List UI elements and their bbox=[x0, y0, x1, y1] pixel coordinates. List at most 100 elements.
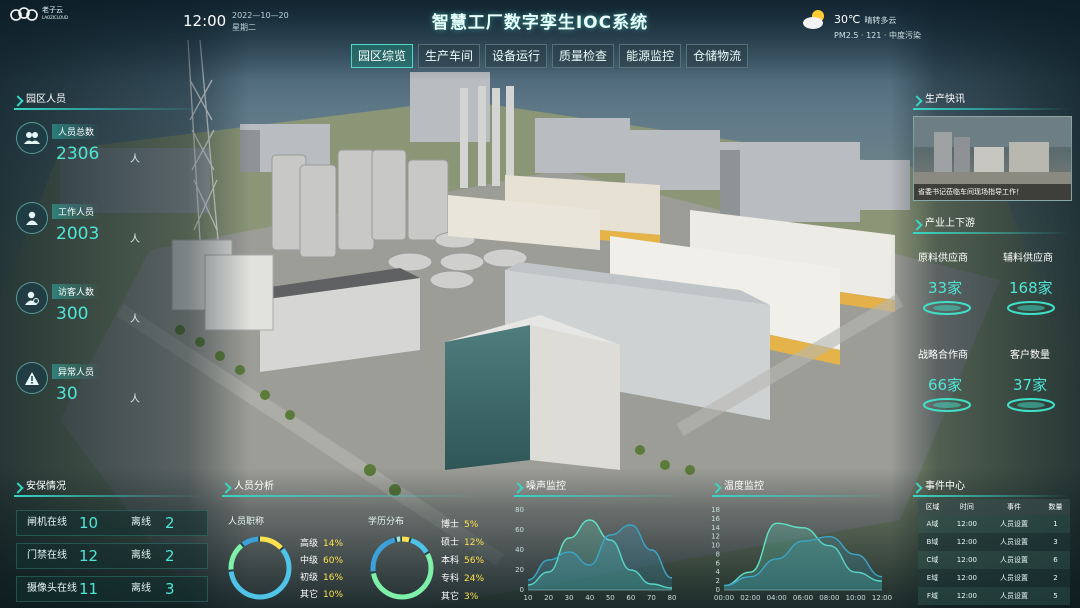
personnel-visitor-unit: 人 bbox=[130, 314, 140, 325]
y-tick-label: 16 bbox=[711, 515, 720, 523]
chain-title-underline bbox=[913, 232, 1070, 234]
personnel-staff-value: 2003 bbox=[56, 224, 100, 244]
tab-warehouse-logistics[interactable]: 仓储物流 bbox=[686, 44, 749, 68]
x-tick-label: 10 bbox=[524, 594, 533, 602]
personnel-staff-card: 工作人员 2003 人 bbox=[16, 202, 226, 262]
x-tick-label: 50 bbox=[606, 594, 615, 602]
table-row[interactable]: E域 12:00 人员设置 2 bbox=[918, 569, 1070, 587]
table-row[interactable]: F域 12:00 人员设置 5 bbox=[918, 587, 1070, 605]
temperature-title-underline bbox=[712, 495, 890, 497]
tab-equipment-operation[interactable]: 设备运行 bbox=[485, 44, 548, 68]
security-title-underline bbox=[14, 495, 204, 497]
x-tick-label: 12:00 bbox=[872, 594, 892, 602]
x-tick-label: 08:00 bbox=[819, 594, 839, 602]
personnel-visitor-label: 访客人数 bbox=[52, 284, 101, 299]
raw-supplier-label: 原料供应商 bbox=[918, 253, 968, 264]
table-row[interactable]: B域 12:00 人员设置 3 bbox=[918, 533, 1070, 551]
warning-icon bbox=[16, 362, 48, 394]
series-area bbox=[724, 536, 882, 590]
customer-value: 37家 bbox=[1013, 376, 1048, 394]
y-tick-label: 40 bbox=[515, 546, 524, 554]
main-nav: 园区综览 生产车间 设备运行 质量检查 能源监控 仓储物流 bbox=[351, 44, 749, 68]
y-tick-label: 8 bbox=[716, 550, 720, 558]
personnel-section-title: 园区人员 bbox=[14, 92, 66, 108]
partner-pedestal-icon bbox=[923, 398, 971, 412]
y-tick-label: 18 bbox=[711, 506, 720, 514]
x-tick-label: 10:00 bbox=[846, 594, 866, 602]
camera-offline-value: 3 bbox=[165, 580, 175, 598]
aux-supplier-value: 168家 bbox=[1009, 279, 1053, 297]
security-row-access: 门禁在线 12 离线 2 bbox=[16, 543, 208, 569]
y-tick-label: 4 bbox=[716, 568, 721, 576]
personnel-staff-label: 工作人员 bbox=[52, 204, 101, 219]
security-row-gate: 闸机在线 10 离线 2 bbox=[16, 510, 208, 536]
group-icon bbox=[16, 122, 48, 154]
raw-supplier-value: 33家 bbox=[928, 279, 963, 297]
camera-online-value: 11 bbox=[79, 580, 99, 598]
noise-chart: 0 20 40 60 80 10 20 30 40 50 60 70 80 bbox=[515, 506, 676, 602]
y-tick-label: 2 bbox=[716, 577, 720, 585]
personnel-visitor-card: 访客人数 300 人 bbox=[16, 282, 226, 342]
edu-legend-other: 其它 3% bbox=[441, 592, 479, 602]
news-section-title: 生产快讯 bbox=[913, 92, 965, 108]
access-online-value: 12 bbox=[79, 547, 99, 565]
news-title-underline bbox=[913, 108, 1070, 110]
partner-value: 66家 bbox=[928, 376, 963, 394]
rank-donut bbox=[228, 536, 292, 600]
y-tick-label: 0 bbox=[716, 586, 720, 594]
tab-quality-inspection[interactable]: 质量检查 bbox=[552, 44, 615, 68]
x-tick-label: 60 bbox=[626, 594, 635, 602]
tab-park-overview[interactable]: 园区综览 bbox=[351, 44, 414, 68]
events-col-area: 区域 bbox=[918, 499, 947, 515]
news-image[interactable]: 省委书记莅临车间现场指导工作！ bbox=[913, 116, 1072, 201]
weather-temp: 30℃ bbox=[834, 13, 861, 26]
x-tick-label: 40 bbox=[585, 594, 594, 602]
temperature-chart: 024681012141618 00:00 02:00 04:00 06:00 08:00… bbox=[711, 506, 892, 602]
personnel-abnormal-value: 30 bbox=[56, 384, 78, 404]
customer-label: 客户数量 bbox=[1010, 350, 1050, 361]
gate-offline-label: 离线 bbox=[131, 517, 151, 528]
edu-legend-master: 硕士 12% bbox=[441, 538, 485, 548]
partly-cloudy-icon bbox=[803, 10, 824, 29]
camera-offline-label: 离线 bbox=[131, 583, 151, 594]
x-tick-label: 00:00 bbox=[714, 594, 734, 602]
news-caption: 省委书记莅临车间现场指导工作！ bbox=[914, 184, 1071, 200]
gate-offline-value: 2 bbox=[165, 514, 175, 532]
y-tick-label: 12 bbox=[711, 533, 720, 541]
personnel-abnormal-unit: 人 bbox=[130, 394, 140, 405]
visitor-icon bbox=[16, 282, 48, 314]
events-col-time: 时间 bbox=[946, 499, 987, 515]
personnel-staff-unit: 人 bbox=[130, 234, 140, 245]
weather-desc: 晴转多云 bbox=[864, 16, 897, 25]
rank-legend-other: 其它 10% bbox=[300, 590, 344, 600]
security-section-title: 安保情况 bbox=[14, 479, 66, 495]
rank-legend-senior: 高级 14% bbox=[300, 539, 344, 549]
noise-section-title: 噪声监控 bbox=[514, 479, 566, 495]
events-section-title: 事件中心 bbox=[913, 479, 965, 495]
y-tick-label: 20 bbox=[515, 566, 524, 574]
y-tick-label: 6 bbox=[716, 559, 721, 567]
raw-supplier-pedestal-icon bbox=[923, 301, 971, 315]
tab-energy-monitoring[interactable]: 能源监控 bbox=[619, 44, 682, 68]
x-tick-label: 02:00 bbox=[740, 594, 760, 602]
table-row[interactable]: C域 12:00 人员设置 6 bbox=[918, 551, 1070, 569]
table-row[interactable]: A域 12:00 人员设置 1 bbox=[918, 515, 1070, 533]
access-offline-label: 离线 bbox=[131, 550, 151, 561]
noise-title-underline bbox=[514, 495, 684, 497]
air-quality: PM2.5 · 121 · 中度污染 bbox=[834, 31, 921, 40]
tab-production-workshop[interactable]: 生产车间 bbox=[418, 44, 481, 68]
events-col-count: 数量 bbox=[1041, 499, 1070, 515]
personnel-total-unit: 人 bbox=[130, 154, 140, 165]
y-tick-label: 60 bbox=[515, 526, 524, 534]
x-tick-label: 04:00 bbox=[767, 594, 787, 602]
personnel-title-underline bbox=[14, 108, 204, 110]
events-title-underline bbox=[913, 495, 1070, 497]
personnel-total-value: 2306 bbox=[56, 144, 100, 164]
events-col-event: 事件 bbox=[986, 499, 1042, 515]
edu-legend-phd: 博士 5% bbox=[441, 520, 479, 530]
personnel-total-label: 人员总数 bbox=[52, 124, 101, 139]
temperature-section-title: 温度监控 bbox=[712, 479, 764, 495]
personnel-visitor-value: 300 bbox=[56, 304, 89, 324]
edu-title: 学历分布 bbox=[368, 517, 405, 527]
edu-donut bbox=[370, 536, 434, 600]
